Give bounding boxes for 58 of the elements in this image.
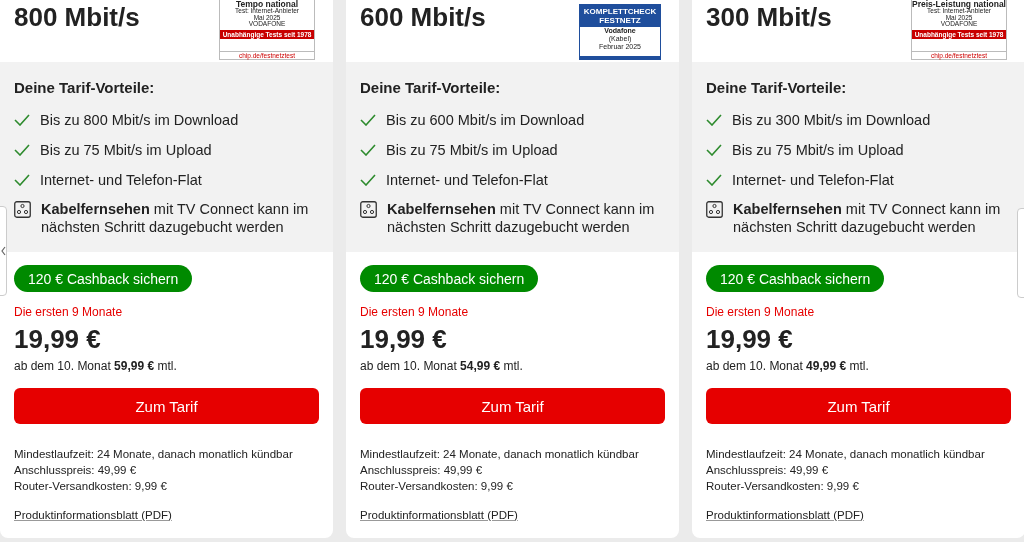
detail-text: Anschlusspreis: 49,99 € <box>706 464 830 476</box>
benefits-title: Deine Tarif-Vorteile: <box>14 79 156 96</box>
chevron-left-icon <box>1 246 6 256</box>
tariff-button[interactable]: Zum Tarif <box>706 388 1011 424</box>
benefit-text: Bis zu 75 Mbit/s im Upload <box>386 142 558 158</box>
promo-period: Die ersten 9 Monate <box>706 305 816 319</box>
benefit-text: Bis zu 600 Mbit/s im Download <box>386 112 585 128</box>
detail-text: Router-Versandkosten: 9,99 € <box>706 480 860 492</box>
benefits-title: Deine Tarif-Vorteile: <box>360 79 502 96</box>
benefit-text: Internet- und Telefon-Flat <box>386 172 548 188</box>
tv-note: Kabelfernsehen mit TV Connect kann im nächsten Schritt dazugebucht werden <box>41 200 310 236</box>
speed-title: 800 Mbit/s <box>14 2 140 33</box>
benefit-text: Internet- und Telefon-Flat <box>732 172 894 188</box>
benefit-text: Bis zu 75 Mbit/s im Upload <box>732 142 904 158</box>
detail-text: Anschlusspreis: 49,99 € <box>14 464 138 476</box>
tariff-button[interactable]: Zum Tarif <box>360 388 665 424</box>
benefits-title: Deine Tarif-Vorteile: <box>706 79 848 96</box>
speed-title: 300 Mbit/s <box>706 2 832 33</box>
pdf-link[interactable]: Produktinformationsblatt (PDF) <box>14 509 172 521</box>
benefit-text: Bis zu 800 Mbit/s im Download <box>40 112 239 128</box>
pdf-link[interactable]: Produktinformationsblatt (PDF) <box>360 509 518 521</box>
tv-box-icon <box>360 201 377 218</box>
promo-period: Die ersten 9 Monate <box>360 305 470 319</box>
price: 19,99 € <box>706 324 794 355</box>
detail-text: Anschlusspreis: 49,99 € <box>360 464 484 476</box>
pdf-link[interactable]: Produktinformationsblatt (PDF) <box>706 509 864 521</box>
detail-text: Mindestlaufzeit: 24 Monate, danach monatlich kündbar <box>706 448 986 460</box>
check-icon <box>14 114 30 126</box>
benefit-text: Bis zu 300 Mbit/s im Download <box>732 112 931 128</box>
check-icon <box>360 114 376 126</box>
later-price: ab dem 10. Monat 59,99 € mtl. <box>14 359 178 373</box>
check-icon <box>706 114 722 126</box>
cashback-badge[interactable]: 120 € Cashback sichern <box>360 265 539 292</box>
price: 19,99 € <box>14 324 102 355</box>
check-icon <box>706 144 722 156</box>
detail-text: Mindestlaufzeit: 24 Monate, danach monatlich kündbar <box>360 448 640 460</box>
check-icon <box>706 174 722 186</box>
check-icon <box>14 144 30 156</box>
benefit-text: Internet- und Telefon-Flat <box>40 172 202 188</box>
check-icon <box>360 174 376 186</box>
tv-note: Kabelfernsehen mit TV Connect kann im nächsten Schritt dazugebucht werden <box>733 200 1002 236</box>
promo-period: Die ersten 9 Monate <box>14 305 124 319</box>
tv-box-icon <box>706 201 723 218</box>
tv-note: Kabelfernsehen mit TV Connect kann im nächsten Schritt dazugebucht werden <box>387 200 656 236</box>
speed-title: 600 Mbit/s <box>360 2 486 33</box>
benefit-text: Bis zu 75 Mbit/s im Upload <box>40 142 212 158</box>
cashback-badge[interactable]: 120 € Cashback sichern <box>706 265 885 292</box>
tariff-button[interactable]: Zum Tarif <box>14 388 319 424</box>
price: 19,99 € <box>360 324 448 355</box>
check-icon <box>360 144 376 156</box>
cashback-badge[interactable]: 120 € Cashback sichern <box>14 265 193 292</box>
tv-box-icon <box>14 201 31 218</box>
detail-text: Mindestlaufzeit: 24 Monate, danach monatlich kündbar <box>14 448 294 460</box>
check-icon <box>14 174 30 186</box>
later-price: ab dem 10. Monat 54,99 € mtl. <box>360 359 524 373</box>
detail-text: Router-Versandkosten: 9,99 € <box>360 480 514 492</box>
detail-text: Router-Versandkosten: 9,99 € <box>14 480 168 492</box>
later-price: ab dem 10. Monat 49,99 € mtl. <box>706 359 870 373</box>
